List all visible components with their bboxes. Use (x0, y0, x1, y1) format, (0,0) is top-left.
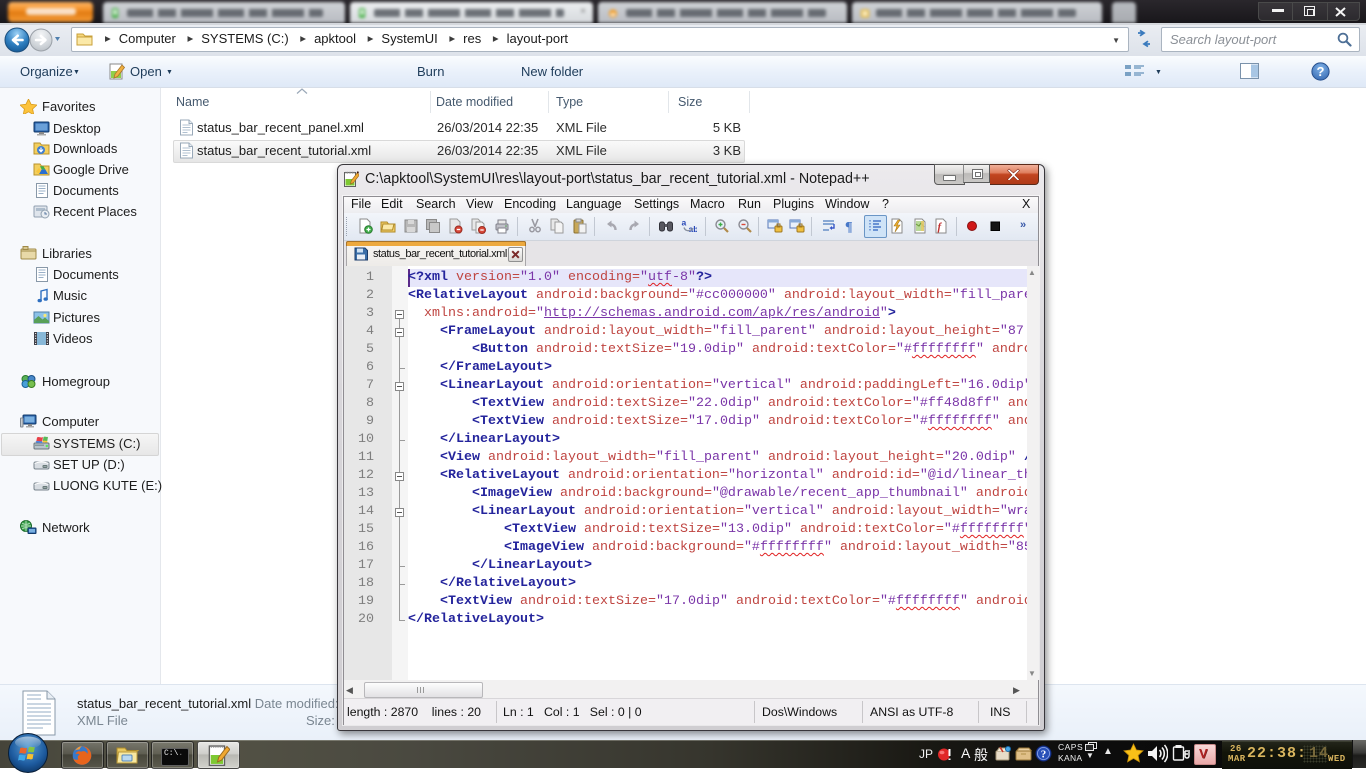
svg-text:a: a (682, 218, 687, 228)
svg-text:?: ? (1317, 64, 1325, 79)
svg-text:?: ? (1041, 749, 1047, 761)
svg-text:¶: ¶ (845, 220, 853, 234)
